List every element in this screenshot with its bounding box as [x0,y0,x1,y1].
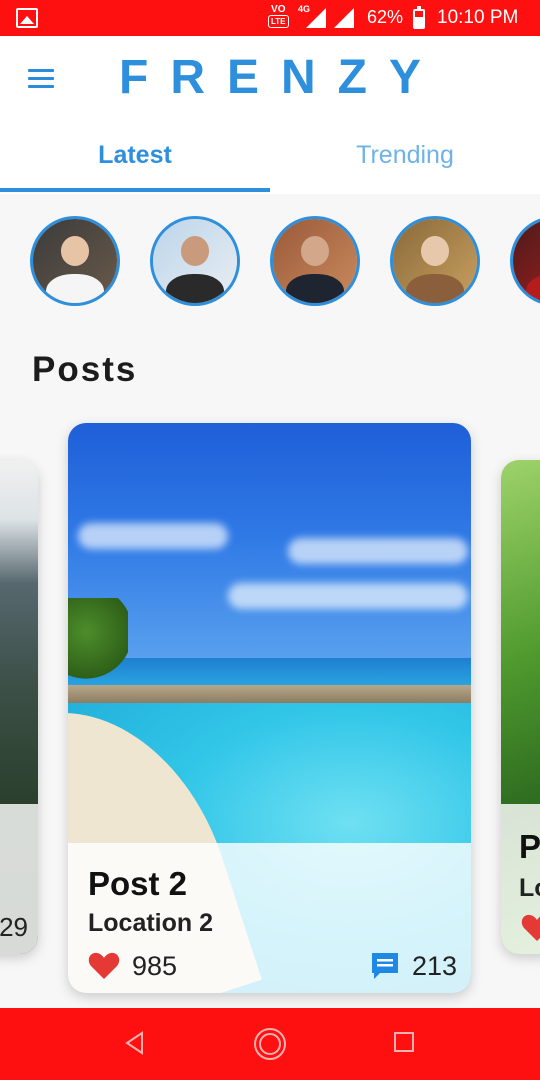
signal-icon [306,8,326,28]
post-title: Post 2 [88,865,188,902]
story-avatar-4[interactable] [390,216,480,306]
post-info: Post 2 Location 2 985 213 [68,843,471,993]
like-count: 985 [132,950,178,981]
story-avatar-5[interactable] [510,216,540,306]
status-bar: VO LTE 4G ✕ 62% 10:10 PM [0,0,540,36]
no-signal-icon: ✕ [334,4,345,18]
post-title: P [519,828,540,865]
post-info: 29 [0,804,38,954]
tab-trending[interactable]: Trending [270,126,540,194]
post-card-current[interactable]: Post 2 Location 2 985 213 [68,423,471,993]
post-location: Lo [519,874,540,902]
heart-icon [521,914,540,941]
post-location: Location 2 [88,909,214,937]
story-avatar-3[interactable] [270,216,360,306]
app-title: FRENZY [119,51,443,104]
back-icon[interactable] [122,1030,148,1056]
story-avatar-2[interactable] [150,216,240,306]
recents-icon[interactable] [394,1032,414,1052]
comment-icon [371,953,398,979]
comment-count: 213 [411,950,457,981]
story-avatar-1[interactable] [30,216,120,306]
like-button[interactable]: 985 [88,949,177,983]
section-title: Posts [32,350,138,389]
post-card-next[interactable]: P Lo [501,460,540,954]
home-icon[interactable] [252,1026,288,1062]
gallery-icon [16,8,38,28]
comment-count: 29 [0,912,28,942]
system-nav-bar [0,1008,540,1080]
clock: 10:10 PM [437,7,519,28]
post-info: P Lo [501,804,540,954]
tab-bar: Latest Trending [0,126,540,194]
battery-icon [413,6,425,29]
comment-button[interactable]: 213 [370,949,457,983]
tab-indicator [0,188,270,192]
app-bar: FRENZY [0,36,540,126]
tab-latest[interactable]: Latest [0,126,270,194]
post-card-previous[interactable]: 29 [0,460,38,954]
heart-icon [88,952,120,979]
stories-row [0,214,540,310]
battery-percentage: 62% [367,7,404,27]
volte-indicator: VO LTE [268,4,289,28]
